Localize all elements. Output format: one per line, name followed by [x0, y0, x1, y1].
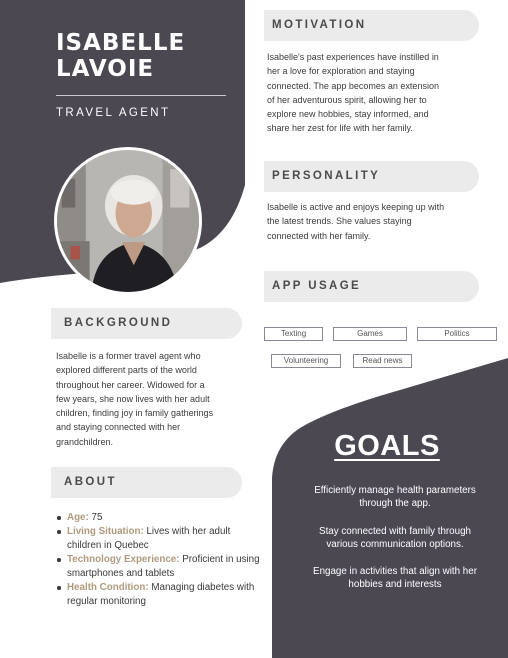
goal-item: Efficiently manage health parameters thr…: [298, 484, 492, 510]
motivation-line: share her zest for life with her family.: [267, 123, 413, 134]
about-key: Age:: [67, 512, 89, 523]
motivation-heading: MOTIVATION: [264, 10, 479, 41]
goal-line: Efficiently manage health parameters: [314, 485, 476, 496]
background-line: Isabelle is a former travel agent who: [56, 351, 201, 361]
background-line: and staying connected with her: [56, 422, 181, 433]
goals-heading: GOALS: [334, 430, 440, 462]
motivation-text: Isabelle's past experiences have instill…: [267, 50, 497, 136]
about-value: 75: [88, 512, 103, 523]
background-line: explored different parts of the world: [56, 365, 197, 376]
about-item-living-situation: Living Situation: Lives with her adult c…: [56, 525, 262, 553]
about-list: Age: 75 Living Situation: Lives with her…: [56, 511, 262, 609]
tag-texting: Texting: [264, 327, 323, 341]
persona-name: ISABELLE LAVOIE: [56, 30, 185, 82]
last-name: LAVOIE: [56, 56, 155, 82]
portrait-image: [57, 150, 199, 292]
about-item-health-condition: Health Condition: Managing diabetes with…: [56, 581, 262, 609]
goal-line: Engage in activities that align with her: [313, 566, 477, 577]
about-key: Health Condition:: [67, 582, 149, 593]
motivation-line: her a love for exploration and staying: [267, 66, 415, 77]
about-item-technology-experience: Technology Experience: Proficient in usi…: [56, 553, 262, 581]
motivation-line: of her adventurous spirit, allowing her …: [267, 94, 427, 105]
tag-games: Games: [333, 327, 407, 341]
background-heading: BACKGROUND: [51, 308, 242, 339]
goal-line: various communication options.: [326, 539, 464, 550]
first-name: ISABELLE: [56, 30, 186, 56]
background-line: throughout her career. Widowed for a: [56, 379, 205, 390]
about-key: Living Situation:: [67, 526, 144, 537]
goal-line: hobbies and interests: [348, 579, 442, 590]
motivation-line: Isabelle's past experiences have instill…: [267, 52, 439, 62]
header-divider: [56, 95, 226, 96]
tag-read-news: Read news: [353, 354, 412, 368]
portrait-photo: [54, 147, 202, 295]
about-key: Technology Experience:: [67, 554, 180, 565]
personality-line: the latest trends. She values staying: [267, 216, 412, 227]
personality-line: connected with her family.: [267, 230, 371, 241]
personality-line: Isabelle is active and enjoys keeping up…: [267, 202, 445, 212]
about-heading: ABOUT: [51, 467, 242, 498]
background-text: Isabelle is a former travel agent who ex…: [56, 349, 256, 449]
background-line: children, finding joy in family gatherin…: [56, 408, 214, 419]
motivation-line: explore new hobbies, stay informed, and: [267, 109, 429, 120]
persona-role: TRAVEL AGENT: [56, 107, 171, 119]
about-item-age: Age: 75: [56, 511, 262, 525]
goal-line: through the app.: [359, 498, 431, 509]
personality-heading: PERSONALITY: [264, 161, 479, 192]
goal-line: Stay connected with family through: [319, 526, 471, 537]
motivation-line: connected. The app becomes an extension: [267, 80, 439, 91]
background-line: few years, she now lives with her adult: [56, 393, 210, 404]
tag-politics: Politics: [417, 327, 497, 341]
background-line: grandchildren.: [56, 436, 114, 447]
persona-page: ISABELLE LAVOIE TRAVEL AGENT MOTIVATION …: [0, 0, 508, 658]
goal-item: Engage in activities that align with her…: [298, 565, 492, 591]
goal-item: Stay connected with family through vario…: [298, 525, 492, 551]
personality-text: Isabelle is active and enjoys keeping up…: [267, 200, 497, 243]
app-usage-heading: APP USAGE: [264, 271, 479, 302]
tag-volunteering: Volunteering: [271, 354, 341, 368]
